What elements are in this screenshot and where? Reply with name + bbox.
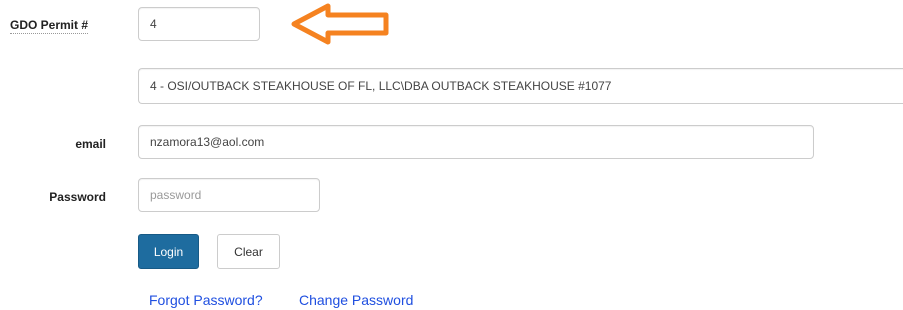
email-label: email bbox=[75, 137, 106, 151]
login-button[interactable]: Login bbox=[138, 234, 199, 269]
establishment-selected-value: 4 - OSI/OUTBACK STEAKHOUSE OF FL, LLC\DB… bbox=[150, 79, 612, 93]
login-form: GDO Permit # 4 - OSI/OUTBACK STEAKHOUSE … bbox=[0, 0, 903, 310]
left-arrow-icon bbox=[291, 3, 389, 45]
gdo-permit-input[interactable] bbox=[138, 7, 260, 41]
change-password-link[interactable]: Change Password bbox=[299, 292, 413, 308]
email-input[interactable] bbox=[138, 125, 814, 159]
clear-button[interactable]: Clear bbox=[217, 234, 280, 269]
password-label: Password bbox=[49, 190, 106, 204]
gdo-permit-label: GDO Permit # bbox=[10, 18, 89, 34]
password-input[interactable] bbox=[138, 178, 320, 212]
forgot-password-link[interactable]: Forgot Password? bbox=[149, 292, 263, 308]
establishment-select[interactable]: 4 - OSI/OUTBACK STEAKHOUSE OF FL, LLC\DB… bbox=[138, 68, 903, 104]
